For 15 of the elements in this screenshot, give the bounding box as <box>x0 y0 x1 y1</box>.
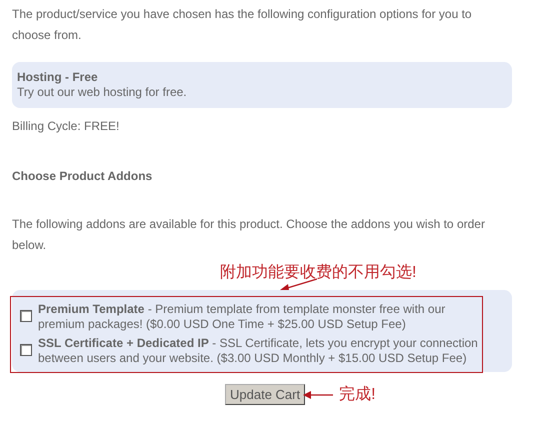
addon-description: Premium Template - Premium template from template monster free with our premium packages! ($0.00 USD One Time + $25.00 USD Setup Fee) <box>38 302 446 332</box>
annotation-text: 附加功能要收费的不用勾选! <box>220 262 418 283</box>
annotation-arrow <box>303 390 333 400</box>
option-title: Hosting - Free <box>17 70 99 85</box>
addon-checkbox[interactable] <box>20 310 32 322</box>
option-description: Try out our web hosting for free. <box>17 85 188 100</box>
addon-description: SSL Certificate + Dedicated IP - SSL Certificate, lets you encrypt your connection between users and your website. ($3.00 USD Monthly + $15.00 USD Setup Fee) <box>38 336 479 366</box>
annotation-arrow <box>280 278 318 292</box>
section-heading: Choose Product Addons <box>12 169 154 183</box>
billing-cycle: Billing Cycle: FREE! <box>12 118 120 135</box>
annotation-text: 完成! <box>339 384 376 405</box>
intro-text: The product/service you have chosen has the following configuration options for you to choose from. <box>12 6 473 44</box>
addons-intro: The following addons are available for this product. Choose the addons you wish to order below. <box>12 216 486 254</box>
update-cart-button[interactable]: Update Cart <box>225 384 306 405</box>
addon-checkbox[interactable] <box>20 344 32 356</box>
